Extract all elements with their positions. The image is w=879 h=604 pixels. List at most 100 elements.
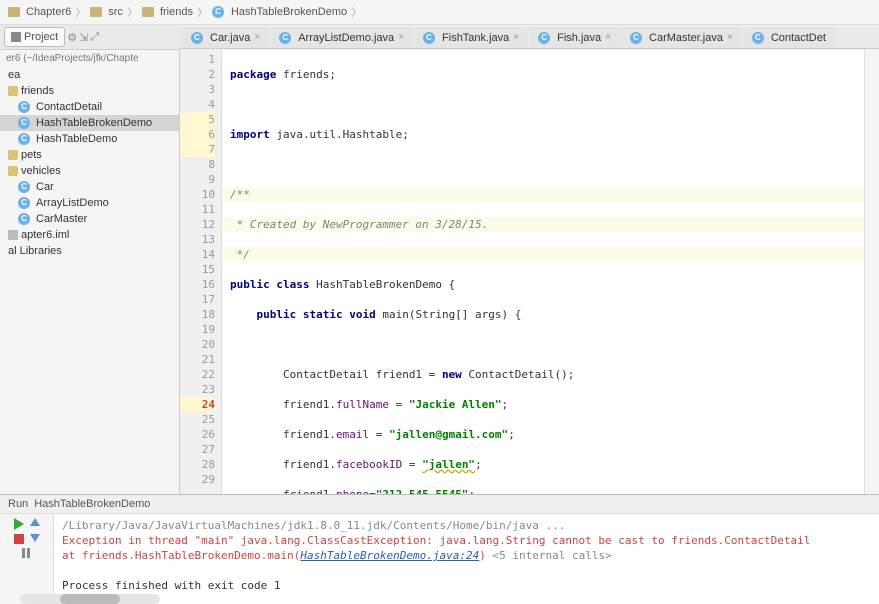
tab-label: ContactDet	[771, 32, 826, 44]
sidebar-label: al Libraries	[8, 245, 62, 257]
sidebar-class-hashtablebrokendemo[interactable]: C HashTableBrokenDemo	[0, 115, 179, 131]
editor-tab-car[interactable]: C Car.java ×	[182, 27, 269, 48]
editor-tab-fish[interactable]: C Fish.java ×	[529, 27, 620, 48]
down-stack-icon[interactable]	[30, 534, 40, 542]
sidebar-label: ArrayListDemo	[36, 197, 109, 209]
gear-icon[interactable]: ⚙	[67, 31, 77, 44]
pause-icon[interactable]	[22, 548, 32, 558]
editor-tab-fishtank[interactable]: C FishTank.java ×	[414, 27, 528, 48]
run-label: Run	[8, 498, 28, 510]
package-icon	[8, 166, 18, 176]
project-tool-tab[interactable]: Project	[4, 27, 65, 47]
tab-label: Fish.java	[557, 32, 601, 44]
editor-tab-contactdetail[interactable]: C ContactDet	[743, 27, 835, 48]
sidebar-class-arraylistdemo[interactable]: C ArrayListDemo	[0, 195, 179, 211]
chevron-right-icon: 〉	[127, 4, 138, 20]
console-weak: <5 internal calls>	[492, 549, 611, 562]
class-icon: C	[423, 32, 435, 44]
gutter: 1234 567 891011 12131415 16171819 202122…	[180, 50, 222, 494]
sidebar-label: pets	[21, 149, 42, 161]
tool-tabs: Project ⚙ ⇲ ⤢	[0, 25, 180, 50]
sidebar-label: HashTableDemo	[36, 133, 117, 145]
class-icon: C	[18, 133, 30, 145]
sidebar-class-carmaster[interactable]: C CarMaster	[0, 211, 179, 227]
class-icon: C	[752, 32, 764, 44]
editor-tab-carmaster[interactable]: C CarMaster.java ×	[621, 27, 742, 48]
sidebar-label: Car	[36, 181, 54, 193]
up-stack-icon[interactable]	[30, 518, 40, 526]
class-icon: C	[212, 6, 224, 18]
project-root[interactable]: er6 (~/IdeaProjects/jfk/Chapte	[0, 50, 179, 67]
tab-label: CarMaster.java	[649, 32, 723, 44]
console-output[interactable]: /Library/Java/JavaVirtualMachines/jdk1.8…	[54, 514, 879, 604]
sidebar-pkg-pets[interactable]: pets	[0, 147, 179, 163]
close-icon[interactable]: ×	[727, 32, 733, 43]
tab-label: FishTank.java	[442, 32, 509, 44]
hide-icon[interactable]: ⤢	[90, 31, 99, 44]
class-icon: C	[630, 32, 642, 44]
project-icon	[11, 32, 21, 42]
sidebar-class-contactdetail[interactable]: C ContactDetail	[0, 99, 179, 115]
package-icon	[8, 150, 18, 160]
sidebar-label: CarMaster	[36, 213, 87, 225]
package-icon	[8, 86, 18, 96]
class-icon: C	[18, 181, 30, 193]
file-icon	[8, 230, 18, 240]
console-command: /Library/Java/JavaVirtualMachines/jdk1.8…	[62, 518, 871, 533]
chevron-right-icon: 〉	[197, 4, 208, 20]
close-icon[interactable]: ×	[513, 32, 519, 43]
sidebar-file-iml[interactable]: apter6.iml	[0, 227, 179, 243]
crumb-0[interactable]: Chapter6	[26, 6, 71, 18]
class-icon: C	[279, 32, 291, 44]
sidebar-class-car[interactable]: C Car	[0, 179, 179, 195]
editor-tab-arraylistdemo[interactable]: C ArrayListDemo.java ×	[270, 27, 413, 48]
class-icon: C	[538, 32, 550, 44]
error-stripe[interactable]	[864, 50, 879, 494]
run-tool-window: Run HashTableBrokenDemo /Library/Java/Ja…	[0, 494, 879, 604]
code-editor[interactable]: 1234 567 891011 12131415 16171819 202122…	[180, 50, 879, 494]
run-controls	[0, 514, 54, 604]
breadcrumb: Chapter6 〉 src 〉 friends 〉 C HashTableBr…	[0, 0, 879, 25]
close-icon[interactable]: ×	[605, 32, 611, 43]
chevron-right-icon: 〉	[351, 4, 362, 20]
console-exception: Exception in thread "main" java.lang.Cla…	[62, 533, 871, 548]
sidebar-pkg-vehicles[interactable]: vehicles	[0, 163, 179, 179]
sidebar-label: HashTableBrokenDemo	[36, 117, 152, 129]
class-icon: C	[18, 213, 30, 225]
chevron-right-icon: 〉	[75, 4, 86, 20]
project-tab-label: Project	[24, 31, 58, 43]
crumb-2[interactable]: friends	[160, 6, 193, 18]
class-icon: C	[18, 117, 30, 129]
class-icon: C	[18, 101, 30, 113]
sidebar-label: ContactDetail	[36, 101, 102, 113]
sidebar-external-libs[interactable]: al Libraries	[0, 243, 179, 259]
sidebar-pkg-friends[interactable]: friends	[0, 83, 179, 99]
close-icon[interactable]: ×	[398, 32, 404, 43]
rerun-icon[interactable]	[14, 518, 24, 530]
folder-icon	[8, 7, 20, 17]
sidebar-class-hashtabledemo[interactable]: C HashTableDemo	[0, 131, 179, 147]
crumb-3[interactable]: HashTableBrokenDemo	[231, 6, 347, 18]
class-icon: C	[18, 197, 30, 209]
run-config-name[interactable]: HashTableBrokenDemo	[34, 498, 150, 510]
crumb-1[interactable]: src	[108, 6, 123, 18]
close-icon[interactable]: ×	[254, 32, 260, 43]
sidebar-label: vehicles	[21, 165, 61, 177]
tab-label: ArrayListDemo.java	[298, 32, 394, 44]
folder-icon	[90, 7, 102, 17]
code-content[interactable]: package friends; import java.util.Hashta…	[222, 50, 864, 494]
stacktrace-link[interactable]: HashTableBrokenDemo.java:24	[300, 549, 479, 562]
class-icon: C	[191, 32, 203, 44]
stop-icon[interactable]	[14, 534, 24, 544]
project-sidebar: er6 (~/IdeaProjects/jfk/Chapte ea friend…	[0, 50, 180, 494]
console-stack: )	[479, 549, 492, 562]
collapse-icon[interactable]: ⇲	[79, 31, 88, 44]
console-stack: at friends.HashTableBrokenDemo.main(	[62, 549, 300, 562]
editor-tabs: C Car.java × C ArrayListDemo.java × C FishTan…	[180, 27, 879, 49]
sidebar-item[interactable]: ea	[0, 67, 179, 83]
tab-label: Car.java	[210, 32, 250, 44]
sidebar-label: friends	[21, 85, 54, 97]
sidebar-label: apter6.iml	[21, 229, 69, 241]
folder-icon	[142, 7, 154, 17]
console-exit: Process finished with exit code 1	[62, 578, 871, 593]
